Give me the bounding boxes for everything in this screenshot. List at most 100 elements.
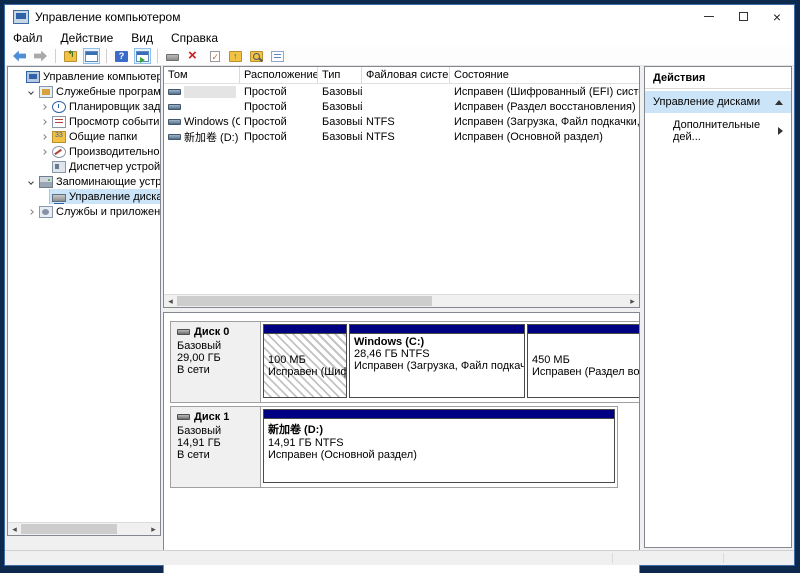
browse-button[interactable]	[248, 48, 265, 64]
partition-1-0[interactable]: 新加卷 (D:)14,91 ГБ NTFSИсправен (Основной …	[263, 409, 615, 483]
menu-item-Справка[interactable]: Справка	[171, 31, 218, 45]
extend-button[interactable]	[227, 48, 244, 64]
back-button[interactable]	[11, 48, 28, 64]
scroll-thumb[interactable]	[177, 296, 432, 306]
chevron-down-icon[interactable]	[25, 90, 37, 94]
sidebar-item-services[interactable]: Службы и приложения	[8, 204, 160, 219]
sidebar-item-tools[interactable]: Служебные программы	[8, 84, 160, 99]
menu-item-Действие[interactable]: Действие	[61, 31, 114, 45]
help-button[interactable]	[113, 48, 130, 64]
table-row[interactable]: Windows (C:)ПростойБазовыйNTFSИсправен (…	[164, 114, 639, 129]
status-divider	[723, 553, 724, 563]
partition-0-1[interactable]: Windows (C:)28,46 ГБ NTFSИсправен (Загру…	[349, 324, 525, 398]
volume-name: 新加卷 (D:)	[184, 129, 238, 145]
partition-size: 28,46 ГБ NTFS	[354, 348, 520, 360]
sidebar-item-scheduler[interactable]: Планировщик заданий	[8, 99, 160, 114]
cell: NTFS	[362, 131, 450, 143]
folder-search-icon	[250, 51, 263, 62]
chevron-right-icon[interactable]	[38, 150, 50, 154]
cell: Простой	[240, 131, 318, 143]
column-header-5[interactable]: Состояние	[450, 67, 640, 83]
tree-item-label-wrap: Управление компьютером (л	[24, 69, 160, 84]
chevron-right-icon[interactable]	[38, 135, 50, 139]
cell: Исправен (Загрузка, Файл подкачки, Ава	[450, 116, 640, 128]
disk-size: 29,00 ГБ	[177, 352, 254, 364]
scheduler-icon	[52, 101, 66, 113]
window-play-icon	[136, 51, 149, 62]
folder-up-icon	[229, 51, 242, 62]
table-row[interactable]: ПростойБазовыйИсправен (Раздел восстанов…	[164, 99, 639, 114]
column-header-2[interactable]: Расположение	[240, 67, 318, 83]
volume-icon	[168, 89, 181, 95]
chevron-right-icon[interactable]	[38, 120, 50, 124]
disk-label-0[interactable]: Диск 0Базовый29,00 ГБВ сети	[171, 322, 261, 402]
disk-status: В сети	[177, 364, 254, 376]
table-row[interactable]: 新加卷 (D:)ПростойБазовыйNTFSИсправен (Осно…	[164, 129, 639, 144]
sidebar-item-disk-management[interactable]: Управление дисками	[8, 189, 160, 204]
chevron-right-icon[interactable]	[38, 105, 50, 109]
table-row[interactable]: ПростойБазовыйИсправен (Шифрованный (EFI…	[164, 84, 639, 99]
disk-name-text: Диск 0	[194, 326, 229, 338]
disk-label-1[interactable]: Диск 1Базовый14,91 ГБВ сети	[171, 407, 261, 487]
performance-icon	[52, 146, 66, 158]
disk-type: Базовый	[177, 425, 254, 437]
scroll-right-icon[interactable]: ▸	[147, 523, 160, 535]
volume-icon	[168, 134, 181, 140]
actions-item-more-actions[interactable]: Дополнительные дей...	[645, 113, 791, 149]
sidebar-item-device-manager[interactable]: Диспетчер устройств	[8, 159, 160, 174]
column-header-3[interactable]: Тип	[318, 67, 362, 83]
volume-icon	[168, 104, 181, 110]
cell: Простой	[240, 116, 318, 128]
up-folder-icon	[64, 51, 77, 62]
window-title: Управление компьютером	[35, 10, 180, 24]
menu-item-Файл[interactable]: Файл	[13, 31, 43, 45]
check-disk-button[interactable]	[206, 48, 223, 64]
partition-type-bar	[264, 325, 346, 334]
delete-button[interactable]	[185, 48, 202, 64]
minimize-button[interactable]	[692, 5, 726, 28]
partition-status: Исправен (Раздел восс	[532, 366, 640, 378]
close-button[interactable]: ×	[760, 5, 794, 28]
storage-icon	[39, 176, 53, 188]
new-window-button[interactable]	[134, 48, 151, 64]
partitions: 新加卷 (D:)14,91 ГБ NTFSИсправен (Основной …	[261, 407, 617, 487]
chevron-right-icon[interactable]	[25, 210, 37, 214]
forward-icon	[34, 51, 47, 62]
show-console-tree-button[interactable]	[83, 48, 100, 64]
drive-tool-button[interactable]	[164, 48, 181, 64]
partition-type-bar	[350, 325, 524, 334]
actions-group-disk-management[interactable]: Управление дисками	[645, 91, 791, 113]
tree-horizontal-scrollbar[interactable]: ◂ ▸	[8, 522, 160, 535]
sidebar-item-computer[interactable]: Управление компьютером (л	[8, 69, 160, 84]
sidebar-item-performance[interactable]: Производительность	[8, 144, 160, 159]
maximize-button[interactable]	[726, 5, 760, 28]
volume-list-panel: ТомРасположениеТипФайловая системаСостоя…	[163, 66, 640, 308]
menu-item-Вид[interactable]: Вид	[131, 31, 153, 45]
forward-button[interactable]	[32, 48, 49, 64]
properties-button[interactable]	[269, 48, 286, 64]
list-horizontal-scrollbar[interactable]: ◂ ▸	[164, 294, 639, 307]
chevron-down-icon[interactable]	[25, 180, 37, 184]
sidebar-item-storage[interactable]: Запоминающие устройст	[8, 174, 160, 189]
collapse-icon[interactable]	[775, 100, 783, 105]
partition-0-2[interactable]: 450 МБИсправен (Раздел восс	[527, 324, 640, 398]
minimize-icon	[704, 16, 714, 17]
partition-0-0[interactable]: 100 МБИсправен (Шифр	[263, 324, 347, 398]
sidebar-item-shared-folders[interactable]: Общие папки	[8, 129, 160, 144]
title-bar: Управление компьютером ×	[5, 5, 794, 28]
column-header-4[interactable]: Файловая система	[362, 67, 450, 83]
partition-size: 100 МБ	[268, 354, 342, 366]
partition-size: 14,91 ГБ NTFS	[268, 437, 610, 449]
partition-info: Windows (C:)28,46 ГБ NTFSИсправен (Загру…	[350, 334, 524, 397]
toolbar-separator	[106, 49, 107, 63]
scroll-left-icon[interactable]: ◂	[164, 295, 177, 307]
tree-item-label-wrap: Служебные программы	[37, 84, 160, 99]
device-manager-icon	[52, 161, 66, 173]
column-header-1[interactable]: Том	[164, 67, 240, 83]
actions-item-label: Дополнительные дей...	[673, 119, 778, 143]
sidebar-item-event-viewer[interactable]: Просмотр событий	[8, 114, 160, 129]
scroll-thumb[interactable]	[21, 524, 117, 534]
scroll-left-icon[interactable]: ◂	[8, 523, 21, 535]
up-one-level-button[interactable]	[62, 48, 79, 64]
scroll-right-icon[interactable]: ▸	[626, 295, 639, 307]
